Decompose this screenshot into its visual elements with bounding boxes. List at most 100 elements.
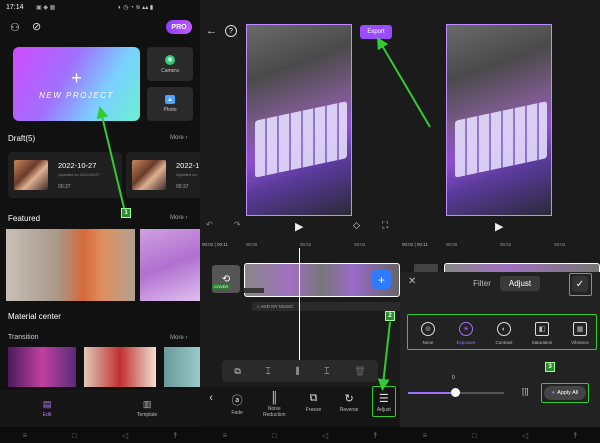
time-readout: 00:02 | 00:11 xyxy=(402,242,428,247)
featured-banner-1[interactable] xyxy=(6,229,135,301)
featured-banner-2[interactable] xyxy=(140,229,200,301)
copy-icon[interactable]: ⧉ xyxy=(234,366,240,377)
back-icon[interactable]: ◁ xyxy=(522,431,528,440)
reverse-label: Reverse xyxy=(339,407,359,413)
add-clip-button[interactable]: + xyxy=(372,270,391,289)
accessibility-icon[interactable]: ☨ xyxy=(373,431,377,440)
step-badge-3: 3 xyxy=(545,362,555,372)
menu-icon[interactable]: ≡ xyxy=(422,431,427,440)
toolbar-back-button[interactable]: ‹ xyxy=(209,392,213,404)
back-icon[interactable]: ◁ xyxy=(322,431,328,440)
transition-thumb-1[interactable] xyxy=(8,347,76,387)
help-icon[interactable]: ? xyxy=(225,25,237,37)
nav-edit-label: Edit xyxy=(42,412,52,418)
close-icon[interactable]: ✕ xyxy=(408,276,416,287)
photo-icon: ▲ xyxy=(165,95,175,104)
slider-fill xyxy=(408,392,455,394)
draft-thumbnail xyxy=(132,160,166,190)
ruler-tick: 00:00 xyxy=(446,242,458,247)
fade-icon: ⓐ xyxy=(231,395,243,407)
draft-date: 2022-10-27 xyxy=(58,161,97,170)
status-icons: ◐ ◷ ◔ ≋ ▴▴ ▮ xyxy=(118,5,154,11)
draft-duration: 00:37 xyxy=(176,184,189,190)
camera-button[interactable]: ◉ Camera xyxy=(147,47,193,81)
editor-screen: ← ? Export ↶ ↷ ▶ ◇ ⛶ 00:02 | 00:11 00:00… xyxy=(200,0,400,443)
new-project-button[interactable]: + NEW PROJECT xyxy=(13,47,140,121)
home-icon[interactable]: □ xyxy=(272,431,277,440)
system-nav: ≡ □ ◁ ☨ xyxy=(400,427,600,443)
trim-right-icon[interactable]: ⌶ xyxy=(324,366,329,377)
compare-icon[interactable]: [|] xyxy=(522,387,529,396)
draft-card-1[interactable]: 2022-10-27 Updated on 2022/10/27 00:37 xyxy=(8,152,122,198)
adjust-screen: ▶ 00:02 | 00:11 00:00 00:02 00:04 ✕ Filt… xyxy=(400,0,600,443)
accessibility-icon[interactable]: ☨ xyxy=(573,431,577,440)
menu-icon[interactable]: ≡ xyxy=(222,431,227,440)
clip-toolbar: ⧉ ⌶ ⫼ ⌶ 🗑 xyxy=(222,360,378,382)
back-icon[interactable]: ◁ xyxy=(122,431,128,440)
noise-icon: ║ xyxy=(270,392,279,404)
trim-left-icon[interactable]: ⌶ xyxy=(265,366,270,377)
draft-thumbnail xyxy=(14,160,48,190)
fade-label: Fade xyxy=(231,410,243,416)
redo-icon[interactable]: ↷ xyxy=(234,220,241,229)
reverse-icon: ↻ xyxy=(344,393,354,405)
accessibility-icon[interactable]: ☨ xyxy=(173,431,177,440)
draft-card-2[interactable]: 2022-1 Updated on 00:37 xyxy=(126,152,200,198)
no-ads-icon[interactable]: ⊘ xyxy=(32,20,41,33)
plus-icon: + xyxy=(71,68,82,88)
transition-thumb-3[interactable] xyxy=(164,347,200,387)
system-nav: ≡ □ ◁ ☨ xyxy=(0,427,200,443)
back-arrow-icon[interactable]: ← xyxy=(206,25,217,37)
reverse-tool[interactable]: ↻ Reverse xyxy=(340,392,359,413)
clip-duration xyxy=(244,288,264,293)
transition-thumb-2[interactable] xyxy=(84,347,156,387)
keyboard-image xyxy=(255,100,347,178)
profile-icon[interactable]: ⚇ xyxy=(10,21,20,34)
pro-badge[interactable]: PRO xyxy=(166,20,192,34)
home-icon[interactable]: □ xyxy=(472,431,477,440)
ruler-tick: 00:02 xyxy=(300,242,312,247)
delete-icon[interactable]: 🗑 xyxy=(354,366,365,377)
split-icon[interactable]: ⫼ xyxy=(295,366,299,377)
freeze-icon: ⧉ xyxy=(309,392,318,404)
menu-icon[interactable]: ≡ xyxy=(22,431,27,440)
fullscreen-icon[interactable]: ⛶ xyxy=(382,220,388,231)
nav-template[interactable]: ▥ Template xyxy=(137,399,157,418)
featured-more-link[interactable]: More › xyxy=(170,215,187,221)
nav-edit[interactable]: ▤ Edit xyxy=(43,399,52,418)
tab-filter[interactable]: Filter xyxy=(462,276,502,291)
add-music-label: ADD MY MUSIC xyxy=(260,304,294,309)
draft-duration: 00:37 xyxy=(58,184,71,190)
noise-label: Noise Reduction xyxy=(262,406,286,418)
freeze-label: Freeze xyxy=(305,407,322,413)
draft-updated: Updated on 2022/10/27 xyxy=(58,172,100,177)
drafts-title: Draft(5) xyxy=(8,134,36,143)
camera-label: Camera xyxy=(161,67,179,74)
draft-updated: Updated on xyxy=(176,172,197,177)
home-icon[interactable]: □ xyxy=(72,431,77,440)
play-icon[interactable]: ▶ xyxy=(495,220,503,233)
drafts-more-link[interactable]: More › xyxy=(170,135,187,141)
highlight-apply-all xyxy=(541,383,589,403)
transition-more-link[interactable]: More › xyxy=(170,335,187,341)
undo-icon[interactable]: ↶ xyxy=(206,220,213,229)
tab-adjust[interactable]: Adjust xyxy=(500,276,540,291)
fade-tool[interactable]: ⓐ Fade xyxy=(231,392,242,416)
step-badge-2: 2 xyxy=(385,311,395,321)
keyframe-icon[interactable]: ◇ xyxy=(353,220,360,231)
noise-reduction-tool[interactable]: ║ Noise Reduction xyxy=(261,392,287,418)
export-button[interactable]: Export xyxy=(360,25,392,39)
notification-icons: ▣ ◆ ▦ xyxy=(36,5,56,11)
playhead xyxy=(299,248,300,360)
edit-toolbar: ‹ ⓐ Fade ║ Noise Reduction ⧉ Freeze ↻ Revers… xyxy=(200,387,400,427)
slider-thumb[interactable] xyxy=(451,388,460,397)
add-music-track[interactable]: ♫ ADD MY MUSIC xyxy=(252,302,400,311)
freeze-tool[interactable]: ⧉ Freeze xyxy=(306,392,322,413)
play-icon[interactable]: ▶ xyxy=(295,220,303,233)
highlight-adjust xyxy=(372,386,396,417)
draft-date: 2022-1 xyxy=(176,161,200,170)
nav-template-label: Template xyxy=(136,412,158,418)
photo-button[interactable]: ▲ Photo xyxy=(147,87,193,121)
camera-icon: ◉ xyxy=(165,54,175,65)
keyboard-image xyxy=(455,100,547,178)
